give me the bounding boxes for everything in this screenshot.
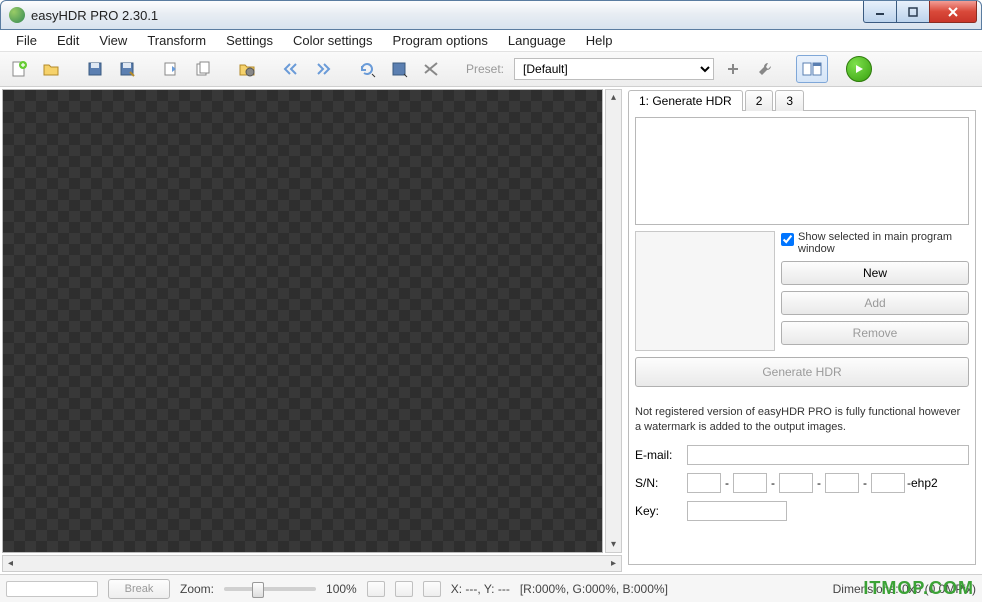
menu-edit[interactable]: Edit <box>47 31 89 50</box>
viewport[interactable] <box>2 89 603 553</box>
scroll-left-icon[interactable]: ◂ <box>3 556 18 571</box>
cursor-rgb: [R:000%, G:000%, B:000%] <box>520 582 668 596</box>
tab-generate-hdr[interactable]: 1: Generate HDR <box>628 90 743 111</box>
scroll-right-icon[interactable]: ▸ <box>606 556 621 571</box>
tab-3[interactable]: 3 <box>775 90 804 111</box>
break-button[interactable]: Break <box>108 579 170 599</box>
content: ▴ ▾ ◂ ▸ 1: Generate HDR 2 3 Show selecte… <box>0 87 982 574</box>
toolbar: Preset: [Default] <box>0 52 982 87</box>
show-selected-input[interactable] <box>781 233 794 246</box>
sn-label: S/N: <box>635 476 677 490</box>
minimize-button[interactable] <box>863 1 897 23</box>
menu-help[interactable]: Help <box>576 31 623 50</box>
menu-color-settings[interactable]: Color settings <box>283 31 382 50</box>
menu-language[interactable]: Language <box>498 31 576 50</box>
wrench-icon[interactable] <box>752 56 778 82</box>
crop-icon[interactable] <box>418 56 444 82</box>
cursor-xy: X: ---, Y: --- <box>451 582 510 596</box>
zoom-label: Zoom: <box>180 582 214 596</box>
add-button[interactable]: Add <box>781 291 969 315</box>
email-field-row: E-mail: <box>635 445 969 465</box>
zoom-window-icon[interactable] <box>423 581 441 597</box>
viewport-wrap: ▴ ▾ ◂ ▸ <box>0 87 624 574</box>
zoom-1to1-icon[interactable] <box>395 581 413 597</box>
save-preset-icon[interactable] <box>386 56 412 82</box>
side-panel: 1: Generate HDR 2 3 Show selected in mai… <box>624 87 982 574</box>
new-project-icon[interactable] <box>6 56 32 82</box>
show-selected-checkbox[interactable]: Show selected in main program window <box>781 231 969 255</box>
key-field-row: Key: <box>635 501 969 521</box>
close-button[interactable] <box>929 1 977 23</box>
window-controls <box>864 1 977 23</box>
settings-folder-icon[interactable] <box>234 56 260 82</box>
preset-select[interactable]: [Default] <box>514 58 714 80</box>
sn-part-3[interactable] <box>779 473 813 493</box>
menu-file[interactable]: File <box>6 31 47 50</box>
progress-bar <box>6 581 98 597</box>
zoom-value: 100% <box>326 582 357 596</box>
vertical-scrollbar[interactable]: ▴ ▾ <box>605 89 622 553</box>
sn-part-5[interactable] <box>871 473 905 493</box>
email-input[interactable] <box>687 445 969 465</box>
go-icon[interactable] <box>846 56 872 82</box>
menubar: File Edit View Transform Settings Color … <box>0 30 982 52</box>
zoom-fit-icon[interactable] <box>367 581 385 597</box>
watermark: ITMOP.COM <box>863 578 974 599</box>
sn-inputs: - - - - -ehp2 <box>687 473 938 493</box>
email-label: E-mail: <box>635 448 677 462</box>
prev-icon[interactable] <box>278 56 304 82</box>
save-icon[interactable] <box>82 56 108 82</box>
image-listbox[interactable] <box>635 117 969 225</box>
add-preset-icon[interactable] <box>720 56 746 82</box>
layout-icon[interactable] <box>796 55 828 83</box>
new-button[interactable]: New <box>781 261 969 285</box>
scroll-down-icon[interactable]: ▾ <box>606 537 621 552</box>
window-title: easyHDR PRO 2.30.1 <box>31 8 158 23</box>
registration-note: Not registered version of easyHDR PRO is… <box>635 405 969 435</box>
key-input[interactable] <box>687 501 787 521</box>
generate-hdr-button[interactable]: Generate HDR <box>635 357 969 387</box>
reload-icon[interactable] <box>354 56 380 82</box>
titlebar: easyHDR PRO 2.30.1 <box>0 0 982 30</box>
remove-button[interactable]: Remove <box>781 321 969 345</box>
sn-field-row: S/N: - - - - -ehp2 <box>635 473 969 493</box>
menu-transform[interactable]: Transform <box>137 31 216 50</box>
open-project-icon[interactable] <box>38 56 64 82</box>
statusbar: Break Zoom: 100% X: ---, Y: --- [R:000%,… <box>0 574 982 602</box>
menu-view[interactable]: View <box>89 31 137 50</box>
sn-part-4[interactable] <box>825 473 859 493</box>
tab-body: Show selected in main program window New… <box>628 110 976 565</box>
sn-part-1[interactable] <box>687 473 721 493</box>
tab-2[interactable]: 2 <box>745 90 774 111</box>
key-label: Key: <box>635 504 677 518</box>
sn-suffix: -ehp2 <box>907 476 938 490</box>
sn-part-2[interactable] <box>733 473 767 493</box>
copy-icon[interactable] <box>190 56 216 82</box>
export-icon[interactable] <box>158 56 184 82</box>
menu-settings[interactable]: Settings <box>216 31 283 50</box>
maximize-button[interactable] <box>896 1 930 23</box>
show-selected-label: Show selected in main program window <box>798 231 969 255</box>
next-icon[interactable] <box>310 56 336 82</box>
horizontal-scrollbar[interactable]: ◂ ▸ <box>2 555 622 572</box>
menu-program-options[interactable]: Program options <box>383 31 498 50</box>
tabs: 1: Generate HDR 2 3 <box>628 89 976 110</box>
app-icon <box>9 7 25 23</box>
preset-label: Preset: <box>466 62 504 76</box>
zoom-slider[interactable] <box>224 587 316 591</box>
save-as-icon[interactable] <box>114 56 140 82</box>
thumbnail-preview <box>635 231 775 351</box>
scroll-up-icon[interactable]: ▴ <box>606 90 621 105</box>
